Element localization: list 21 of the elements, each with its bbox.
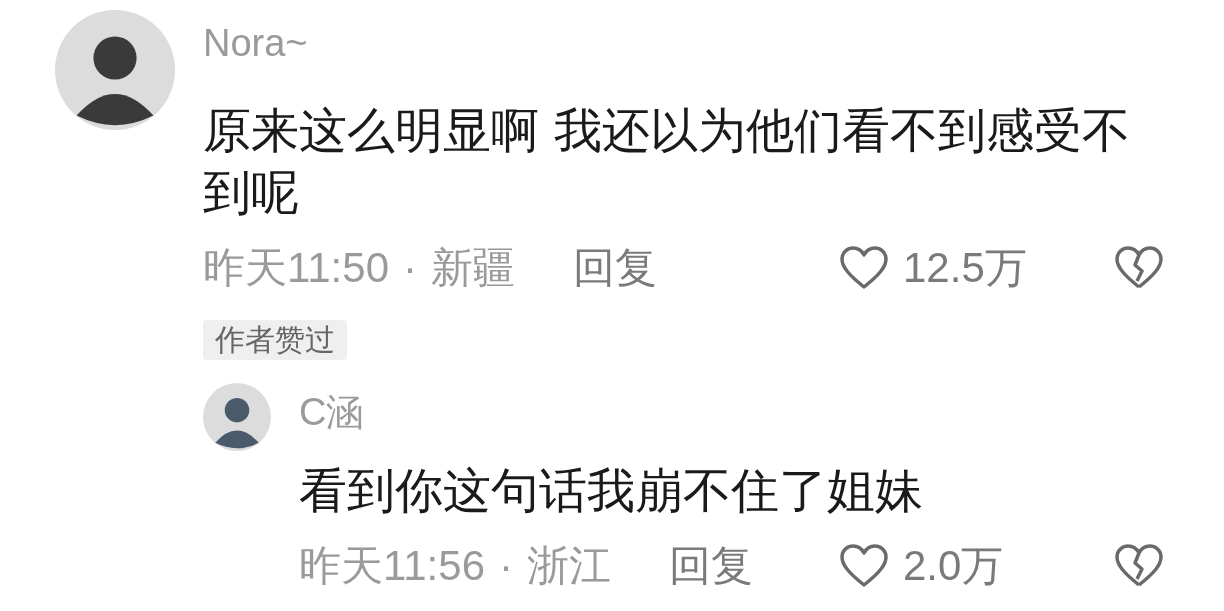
avatar[interactable] [55,10,175,130]
heart-icon[interactable] [839,245,889,291]
separator: · [499,541,513,591]
location: 新疆 [431,243,515,293]
location: 浙江 [527,541,611,591]
broken-heart-icon[interactable] [1114,245,1164,291]
author-liked-tag: 作者赞过 [203,320,347,360]
reply-link[interactable]: 回复 [669,541,753,591]
separator: · [403,243,417,293]
reply-link[interactable]: 回复 [573,243,657,293]
timestamp: 昨天11:56 [299,541,485,591]
like-count: 12.5万 [903,243,1027,293]
like-count: 2.0万 [903,541,1004,591]
broken-heart-icon[interactable] [1114,543,1164,589]
comment-text: 看到你这句话我崩不住了姐妹 [299,461,924,520]
username[interactable]: C涵 [299,387,365,437]
timestamp: 昨天11:50 [203,243,389,293]
username[interactable]: Nora~ [203,18,308,68]
avatar[interactable] [203,383,271,451]
comment-text: 原来这么明显啊 我还以为他们看不到感受不到呢 [203,101,1132,222]
heart-icon[interactable] [839,543,889,589]
